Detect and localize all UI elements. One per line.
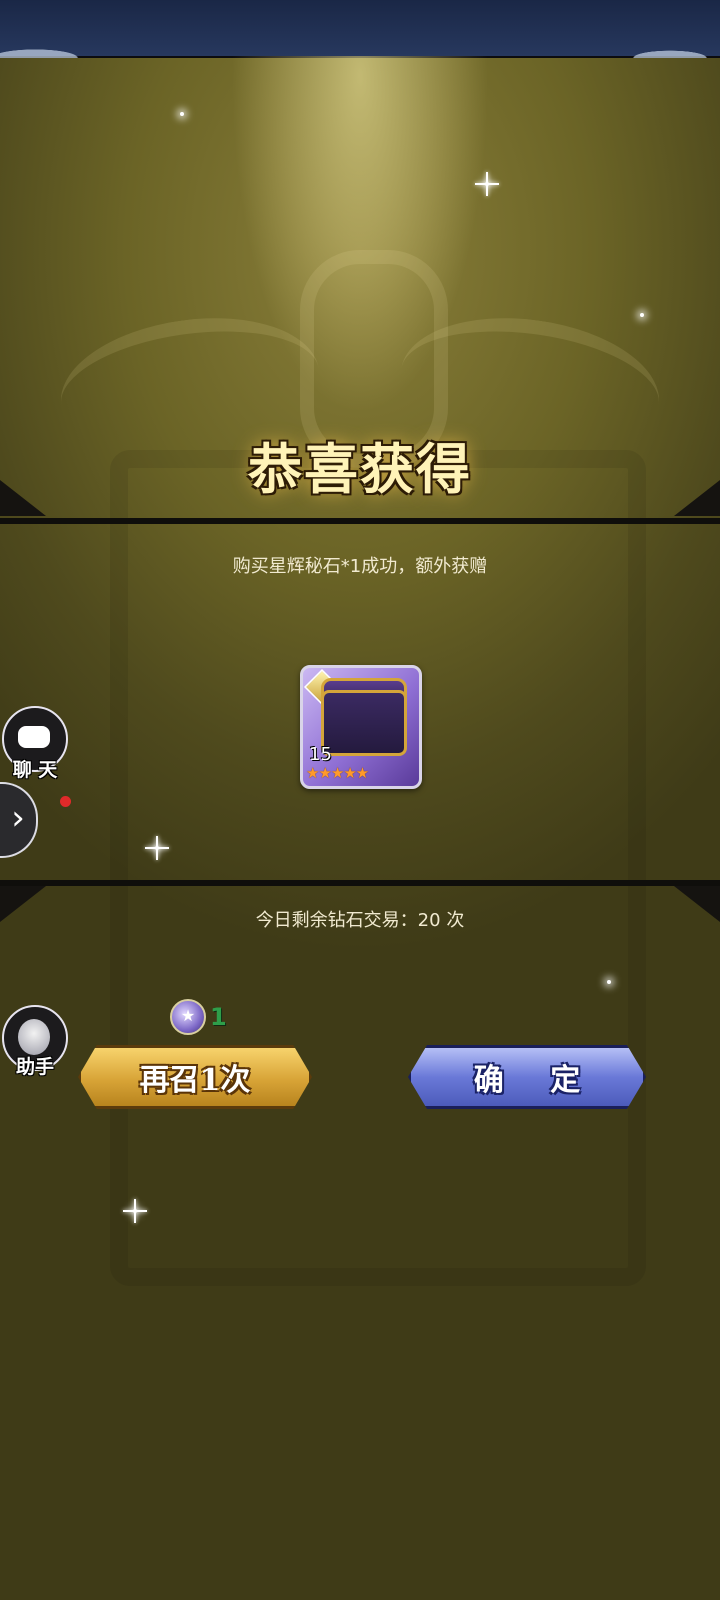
divider-bottom xyxy=(0,880,720,886)
sparkle xyxy=(123,1199,147,1223)
assistant-label: 助手 xyxy=(15,1056,54,1078)
sparkle xyxy=(640,313,644,317)
trade-remaining: 今日剩余钻石交易：20 次 xyxy=(255,910,465,931)
confirm-button[interactable]: 确 定 xyxy=(408,1045,646,1109)
treasure-chest-icon xyxy=(321,690,407,756)
assistant-avatar-icon xyxy=(18,1019,50,1055)
item-level: 15 xyxy=(309,744,332,765)
divider-top xyxy=(0,518,720,524)
sparkle xyxy=(180,112,184,116)
summon-ticket-icon: ★ xyxy=(170,999,206,1035)
item-stars: ★★★★★ xyxy=(306,764,369,782)
chat-bubble-icon xyxy=(18,726,50,748)
sparkle xyxy=(607,980,611,984)
sparkle xyxy=(145,836,169,860)
top-banner-strip xyxy=(0,0,720,58)
expand-sidebar-button[interactable]: › xyxy=(0,782,38,858)
summon-cost-value: 1 xyxy=(210,1003,227,1031)
summon-again-button[interactable]: 再召1次 xyxy=(78,1045,312,1109)
sparkle xyxy=(475,172,499,196)
summon-cost: ★ 1 xyxy=(170,999,227,1035)
page-title: 恭喜获得 xyxy=(248,437,472,501)
purchase-message: 购买星辉秘石*1成功，额外获赠 xyxy=(232,556,488,577)
chat-label: 聊 天 xyxy=(12,759,58,781)
notification-dot xyxy=(60,796,71,807)
chevron-right-icon: › xyxy=(11,798,25,838)
reward-item-card[interactable]: 15 ★★★★★ xyxy=(300,665,422,789)
